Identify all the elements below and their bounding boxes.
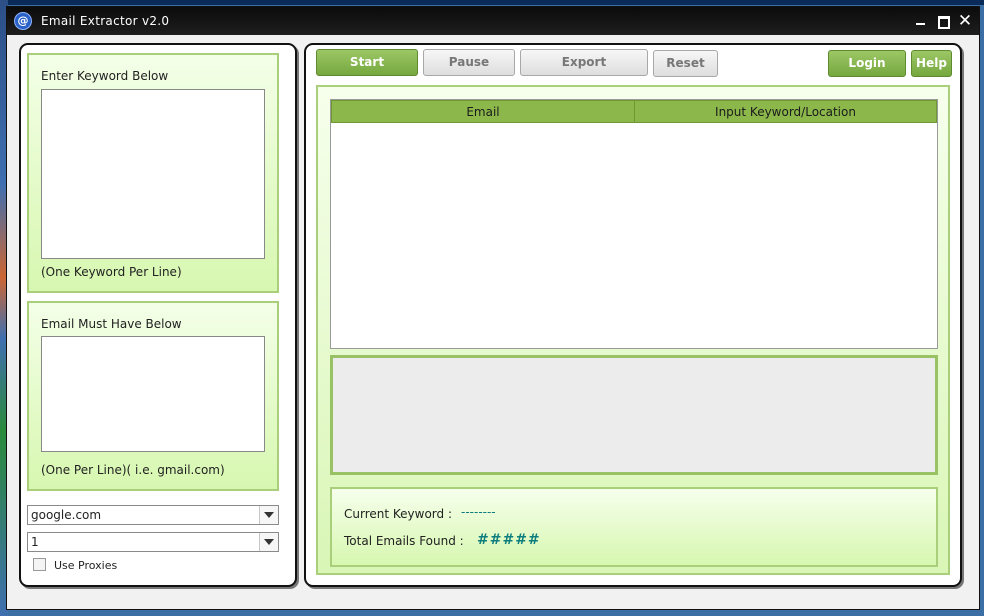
help-button[interactable]: Help [911,50,952,77]
app-at-icon: @ [14,12,32,30]
search-engine-value: google.com [31,508,102,522]
right-panel: Start Pause Export Reset Login Help Emai… [304,43,962,587]
search-engine-select[interactable]: google.com [27,505,279,525]
email-filter-title: Email Must Have Below [41,317,182,331]
start-button[interactable]: Start [316,49,418,76]
title-bar[interactable]: @ Email Extractor v2.0 ✕ [7,7,979,35]
status-box: Current Keyword : -------- Total Emails … [330,487,938,567]
current-keyword-label: Current Keyword : [344,507,452,521]
keyword-textarea[interactable] [41,89,265,259]
count-value: 1 [31,535,39,549]
use-proxies-label: Use Proxies [54,559,118,572]
column-header-email[interactable]: Email [331,100,635,123]
export-button[interactable]: Export [520,49,648,76]
app-window: @ Email Extractor v2.0 ✕ Enter Keyword B… [6,6,980,610]
use-proxies-checkbox[interactable] [33,558,46,571]
keyword-hint: (One Keyword Per Line) [41,265,182,279]
total-emails-label: Total Emails Found : [344,534,464,548]
minimize-icon[interactable] [913,13,929,29]
total-emails-value: ##### [477,532,541,548]
close-icon[interactable]: ✕ [957,13,973,30]
chevron-down-icon[interactable] [259,533,278,551]
keyword-group: Enter Keyword Below (One Keyword Per Lin… [27,53,279,293]
log-area[interactable] [330,355,938,475]
email-filter-hint: (One Per Line)( i.e. gmail.com) [41,463,225,477]
current-keyword-value: -------- [461,505,496,519]
pause-button[interactable]: Pause [423,49,515,76]
email-filter-textarea[interactable] [41,336,265,452]
client-area: Enter Keyword Below (One Keyword Per Lin… [7,35,979,609]
login-button[interactable]: Login [828,50,906,77]
left-panel: Enter Keyword Below (One Keyword Per Lin… [19,43,297,587]
column-header-keyword-location[interactable]: Input Keyword/Location [634,100,937,123]
email-filter-group: Email Must Have Below (One Per Line)( i.… [27,301,279,491]
maximize-icon[interactable] [935,13,951,29]
window-title: Email Extractor v2.0 [41,14,170,28]
chevron-down-icon[interactable] [259,506,278,524]
results-frame: Email Input Keyword/Location Current Key… [316,85,950,575]
results-table[interactable]: Email Input Keyword/Location [330,99,938,349]
count-select[interactable]: 1 [27,532,279,552]
keyword-title: Enter Keyword Below [41,69,169,83]
reset-button[interactable]: Reset [653,50,718,77]
desktop-top-edge [0,0,984,5]
